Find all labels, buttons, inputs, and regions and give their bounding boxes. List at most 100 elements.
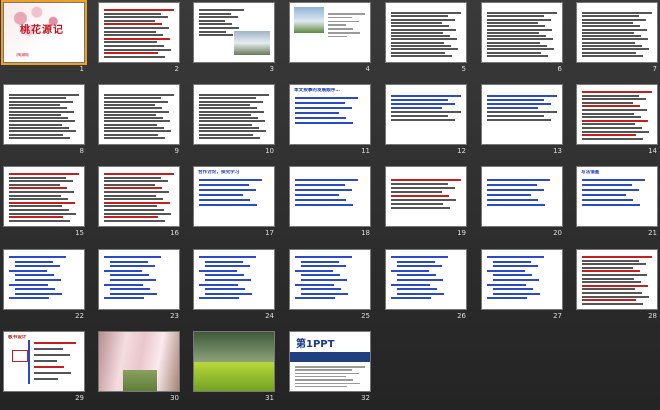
- text-line: [487, 31, 539, 34]
- slide-preview[interactable]: [193, 2, 275, 63]
- slide-thumbnail-9[interactable]: 9: [98, 84, 180, 163]
- text-line: [295, 179, 358, 181]
- text-line: [582, 12, 652, 14]
- slide-preview[interactable]: 本文按事的发展顺序…: [289, 84, 371, 145]
- slide-thumbnail-1[interactable]: 桃花源记 （陶渊明） 1: [1, 0, 87, 81]
- text-line: [391, 179, 461, 181]
- slide-preview[interactable]: [481, 2, 563, 63]
- slide-thumbnail-21[interactable]: 写法借鉴 21: [576, 166, 658, 245]
- text-line: [582, 194, 626, 196]
- slide-thumbnail-16[interactable]: 16: [98, 166, 180, 245]
- slide-preview[interactable]: [481, 84, 563, 145]
- slide-preview[interactable]: [98, 331, 180, 392]
- slide-thumbnail-32[interactable]: 第1PPT 32: [289, 331, 371, 410]
- slide-preview[interactable]: [193, 331, 275, 392]
- slide-thumbnail-12[interactable]: 12: [385, 84, 467, 163]
- text-line: [493, 260, 531, 263]
- slide-preview[interactable]: [3, 166, 85, 227]
- slide-preview[interactable]: [289, 166, 371, 227]
- slide-preview[interactable]: [576, 84, 658, 145]
- slide-number: 31: [265, 394, 274, 402]
- text-line: [295, 194, 339, 196]
- slide-preview[interactable]: 第1PPT: [289, 331, 371, 392]
- slide-preview[interactable]: 板书设计: [3, 331, 85, 392]
- slide-preview[interactable]: [98, 166, 180, 227]
- slide-thumbnail-29[interactable]: 板书设计 29: [3, 331, 85, 410]
- slide-thumbnail-10[interactable]: 10: [193, 84, 275, 163]
- slide-preview[interactable]: [576, 2, 658, 63]
- text-line: [205, 292, 252, 295]
- slide-thumbnail-18[interactable]: 18: [289, 166, 371, 245]
- text-line: [391, 111, 461, 113]
- slide-preview[interactable]: 写法借鉴: [576, 166, 658, 227]
- text-line: [199, 110, 264, 113]
- slide-number: 9: [174, 147, 179, 155]
- slide-thumbnail-7[interactable]: 7: [576, 2, 658, 81]
- text-line: [582, 98, 646, 101]
- slide-preview[interactable]: [193, 84, 275, 145]
- text-line: [104, 187, 162, 190]
- slide-thumbnail-8[interactable]: 8: [3, 84, 85, 163]
- slide-thumbnail-22[interactable]: 22: [3, 249, 85, 328]
- text-line: [199, 9, 244, 11]
- slide-thumbnail-31[interactable]: 31: [193, 331, 275, 410]
- slide-preview[interactable]: [385, 249, 467, 310]
- slide-thumbnail-27[interactable]: 27: [481, 249, 563, 328]
- text-line: [391, 297, 431, 300]
- slide-thumbnail-28[interactable]: 28: [576, 249, 658, 328]
- text-line: [582, 105, 640, 108]
- slide-thumbnail-2[interactable]: 2: [98, 2, 180, 81]
- text-line: [487, 41, 540, 44]
- slide-thumbnail-13[interactable]: 13: [481, 84, 563, 163]
- slide-thumbnail-30[interactable]: 30: [98, 331, 180, 410]
- slide-preview[interactable]: 桃花源记 （陶渊明）: [1, 0, 87, 65]
- slide-thumbnail-17[interactable]: 合作讨论，探究学习 17: [193, 166, 275, 245]
- slide-thumbnail-4[interactable]: 4: [289, 2, 371, 81]
- slide-thumbnail-11[interactable]: 本文按事的发展顺序… 11: [289, 84, 371, 163]
- text-line: [493, 292, 540, 295]
- slide-thumbnail-25[interactable]: 25: [289, 249, 371, 328]
- slide-thumbnail-14[interactable]: 14: [576, 84, 658, 163]
- slide-thumbnail-20[interactable]: 20: [481, 166, 563, 245]
- text-line: [104, 209, 164, 211]
- slide-preview[interactable]: [289, 249, 371, 310]
- text-line: [15, 265, 60, 268]
- slide-preview[interactable]: [576, 249, 658, 310]
- slide-preview[interactable]: [98, 2, 180, 63]
- slide-preview[interactable]: [193, 249, 275, 310]
- text-line: [34, 342, 76, 344]
- text-line: [104, 120, 170, 123]
- slide-thumbnail-3[interactable]: 3: [193, 2, 275, 81]
- slide-thumbnail-19[interactable]: 19: [385, 166, 467, 245]
- text-line: [199, 194, 243, 196]
- slide-preview[interactable]: [3, 249, 85, 310]
- slide-thumbnail-23[interactable]: 23: [98, 249, 180, 328]
- text-line: [487, 38, 553, 41]
- text-line: [391, 183, 448, 185]
- slide-preview[interactable]: [289, 2, 371, 63]
- text-line: [104, 107, 162, 110]
- slide-preview[interactable]: [98, 249, 180, 310]
- slide-preview[interactable]: [481, 166, 563, 227]
- slide-thumbnail-24[interactable]: 24: [193, 249, 275, 328]
- slide-thumbnail-5[interactable]: 5: [385, 2, 467, 81]
- text-line: [487, 283, 526, 286]
- slide-thumbnail-26[interactable]: 26: [385, 249, 467, 328]
- text-line: [391, 195, 449, 197]
- slide-preview[interactable]: [481, 249, 563, 310]
- slide-number: 1: [79, 65, 84, 73]
- slide-preview[interactable]: [98, 84, 180, 145]
- slide-preview[interactable]: [385, 2, 467, 63]
- slide-preview[interactable]: 合作讨论，探究学习: [193, 166, 275, 227]
- slide-thumbnail-6[interactable]: 6: [481, 2, 563, 81]
- slide-preview[interactable]: [385, 84, 467, 145]
- slide-thumbnail-15[interactable]: 15: [3, 166, 85, 245]
- slide-preview[interactable]: [3, 84, 85, 145]
- text-line: [582, 18, 646, 21]
- temple-photo: [234, 31, 270, 55]
- slide-preview[interactable]: [385, 166, 467, 227]
- text-line: [582, 25, 640, 28]
- text-line: [104, 113, 156, 116]
- text-line: [205, 265, 250, 268]
- text-line: [9, 198, 68, 201]
